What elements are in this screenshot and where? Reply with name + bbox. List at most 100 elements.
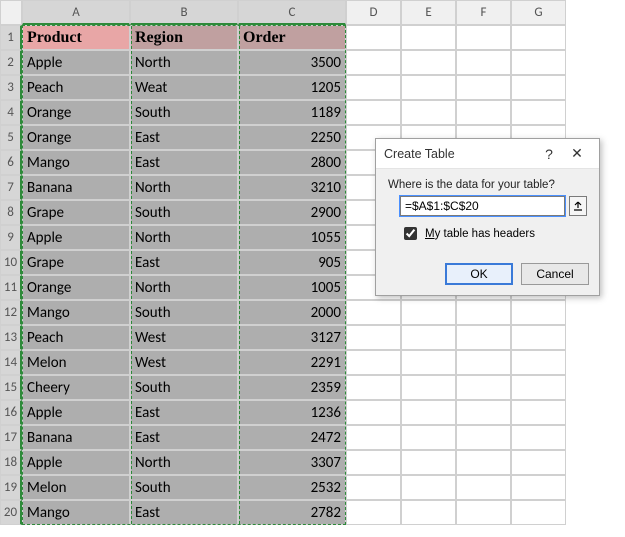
empty-cell[interactable] xyxy=(511,425,566,450)
row-header-4[interactable]: 4 xyxy=(0,100,22,125)
cell-region[interactable]: South xyxy=(130,300,238,325)
cell-order[interactable]: 2782 xyxy=(238,500,346,525)
cell-order[interactable]: 2800 xyxy=(238,150,346,175)
row-header-19[interactable]: 19 xyxy=(0,475,22,500)
empty-cell[interactable] xyxy=(511,400,566,425)
cell-region[interactable]: North xyxy=(130,225,238,250)
row-header-7[interactable]: 7 xyxy=(0,175,22,200)
cell-order[interactable]: 3127 xyxy=(238,325,346,350)
cell-order[interactable]: 2250 xyxy=(238,125,346,150)
cell-product[interactable]: Orange xyxy=(22,275,130,300)
empty-cell[interactable] xyxy=(346,300,401,325)
empty-cell[interactable] xyxy=(511,50,566,75)
cell-order[interactable]: 3210 xyxy=(238,175,346,200)
cell-product[interactable]: Orange xyxy=(22,125,130,150)
empty-cell[interactable] xyxy=(401,50,456,75)
row-header-10[interactable]: 10 xyxy=(0,250,22,275)
empty-cell[interactable] xyxy=(456,75,511,100)
empty-cell[interactable] xyxy=(346,375,401,400)
cell-product[interactable]: Apple xyxy=(22,450,130,475)
empty-cell[interactable] xyxy=(511,300,566,325)
empty-cell[interactable] xyxy=(456,375,511,400)
row-header-18[interactable]: 18 xyxy=(0,450,22,475)
headers-checkbox[interactable] xyxy=(404,227,417,240)
empty-cell[interactable] xyxy=(346,500,401,525)
empty-cell[interactable] xyxy=(511,500,566,525)
cell-product[interactable]: Grape xyxy=(22,250,130,275)
cell-order[interactable]: 1189 xyxy=(238,100,346,125)
row-header-6[interactable]: 6 xyxy=(0,150,22,175)
help-icon[interactable]: ? xyxy=(535,143,563,165)
cell-region[interactable]: North xyxy=(130,175,238,200)
empty-cell[interactable] xyxy=(401,500,456,525)
cell-product[interactable]: Banana xyxy=(22,425,130,450)
empty-cell[interactable] xyxy=(456,400,511,425)
row-header-20[interactable]: 20 xyxy=(0,500,22,525)
empty-cell[interactable] xyxy=(401,75,456,100)
column-header-F[interactable]: F xyxy=(456,0,511,25)
headers-checkbox-label[interactable]: My table has headers xyxy=(425,228,535,240)
cell-order[interactable]: 2472 xyxy=(238,425,346,450)
empty-cell[interactable] xyxy=(456,425,511,450)
cell-order[interactable]: 3307 xyxy=(238,450,346,475)
cell-region[interactable]: East xyxy=(130,250,238,275)
empty-cell[interactable] xyxy=(511,450,566,475)
cell-region[interactable]: East xyxy=(130,500,238,525)
empty-cell[interactable] xyxy=(346,75,401,100)
empty-cell[interactable] xyxy=(346,325,401,350)
cell-region[interactable]: East xyxy=(130,125,238,150)
cell-order[interactable]: 1236 xyxy=(238,400,346,425)
cell-order[interactable]: 2359 xyxy=(238,375,346,400)
cell-order[interactable]: 2900 xyxy=(238,200,346,225)
empty-cell[interactable] xyxy=(346,350,401,375)
dialog-titlebar[interactable]: Create Table ? ✕ xyxy=(376,139,599,169)
empty-cell[interactable] xyxy=(511,25,566,50)
empty-cell[interactable] xyxy=(401,100,456,125)
empty-cell[interactable] xyxy=(401,300,456,325)
cell-region[interactable]: North xyxy=(130,275,238,300)
column-header-D[interactable]: D xyxy=(346,0,401,25)
empty-cell[interactable] xyxy=(401,25,456,50)
empty-cell[interactable] xyxy=(456,50,511,75)
column-header-A[interactable]: A xyxy=(22,0,130,25)
empty-cell[interactable] xyxy=(346,100,401,125)
cell-region[interactable]: North xyxy=(130,450,238,475)
cell-region[interactable]: South xyxy=(130,475,238,500)
cell-product[interactable]: Mango xyxy=(22,150,130,175)
cell-region[interactable]: South xyxy=(130,375,238,400)
row-header-15[interactable]: 15 xyxy=(0,375,22,400)
range-selector-icon[interactable] xyxy=(569,196,587,216)
empty-cell[interactable] xyxy=(401,400,456,425)
row-header-2[interactable]: 2 xyxy=(0,50,22,75)
cell-product[interactable]: Peach xyxy=(22,75,130,100)
cell-product[interactable]: Apple xyxy=(22,50,130,75)
row-header-8[interactable]: 8 xyxy=(0,200,22,225)
cell-order[interactable]: 1055 xyxy=(238,225,346,250)
table-header-cell[interactable]: Order xyxy=(238,25,346,50)
empty-cell[interactable] xyxy=(511,75,566,100)
close-icon[interactable]: ✕ xyxy=(563,143,591,165)
empty-cell[interactable] xyxy=(456,300,511,325)
cell-order[interactable]: 1205 xyxy=(238,75,346,100)
column-header-B[interactable]: B xyxy=(130,0,238,25)
range-input[interactable] xyxy=(400,196,565,216)
cell-order[interactable]: 2291 xyxy=(238,350,346,375)
empty-cell[interactable] xyxy=(401,475,456,500)
cell-region[interactable]: East xyxy=(130,400,238,425)
cell-region[interactable]: East xyxy=(130,150,238,175)
cell-region[interactable]: North xyxy=(130,50,238,75)
empty-cell[interactable] xyxy=(401,350,456,375)
column-header-E[interactable]: E xyxy=(401,0,456,25)
cell-region[interactable]: South xyxy=(130,100,238,125)
empty-cell[interactable] xyxy=(511,475,566,500)
empty-cell[interactable] xyxy=(456,475,511,500)
empty-cell[interactable] xyxy=(401,425,456,450)
cell-region[interactable]: East xyxy=(130,425,238,450)
ok-button[interactable]: OK xyxy=(445,263,513,285)
cell-region[interactable]: West xyxy=(130,350,238,375)
empty-cell[interactable] xyxy=(511,100,566,125)
row-header-1[interactable]: 1 xyxy=(0,25,22,50)
row-header-12[interactable]: 12 xyxy=(0,300,22,325)
empty-cell[interactable] xyxy=(346,425,401,450)
table-header-cell[interactable]: Product xyxy=(22,25,130,50)
